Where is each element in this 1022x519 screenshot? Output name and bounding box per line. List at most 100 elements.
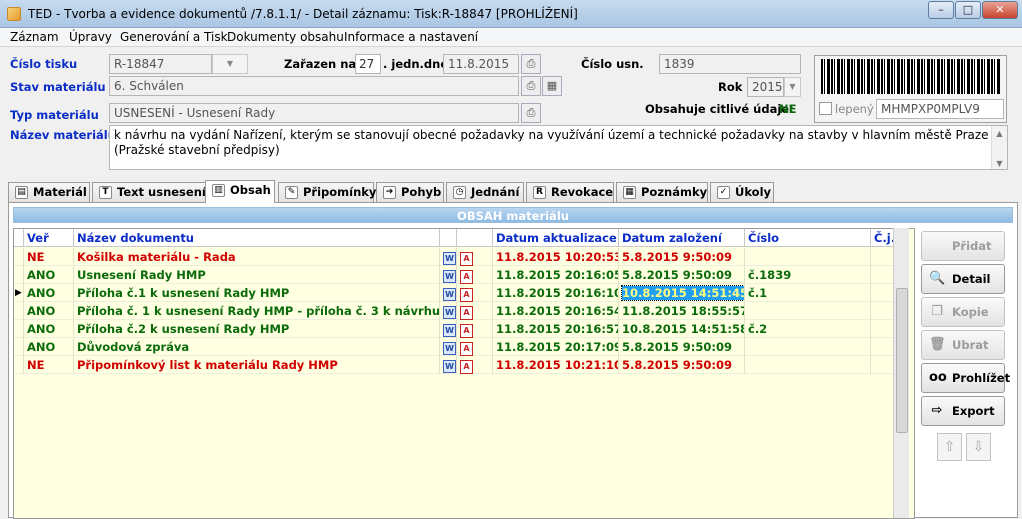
pdf-icon[interactable]: A: [460, 252, 473, 266]
printer-icon[interactable]: ⎙: [521, 54, 541, 74]
cell-nazev: Připomínkový list k materiálu Rady HMP: [74, 356, 440, 374]
row-indicator: [14, 248, 24, 266]
cell-pdf: A: [457, 284, 493, 302]
cell-pdf: A: [457, 302, 493, 320]
tab-jednani[interactable]: ◷ Jednání: [446, 182, 524, 202]
minimize-icon[interactable]: –: [928, 1, 954, 19]
cell-pdf: A: [457, 320, 493, 338]
tab-text-usneseni[interactable]: T Text usnesení: [92, 182, 207, 202]
printer-icon[interactable]: ⎙: [521, 103, 541, 123]
chevron-down-icon[interactable]: ▼: [212, 54, 248, 74]
cell-zalozeni: 10.8.2015 14:51:58: [619, 320, 745, 338]
nazev-label: Název materiálu: [10, 128, 116, 142]
tab-ukoly[interactable]: ✓ Úkoly: [710, 182, 774, 202]
move-up-icon[interactable]: ⇧: [937, 433, 962, 461]
pdf-icon[interactable]: A: [460, 360, 473, 374]
cell-ver: ANO: [24, 284, 74, 302]
clock-icon: ◷: [453, 186, 466, 199]
close-icon[interactable]: ✕: [982, 1, 1018, 19]
remove-button[interactable]: 🗑 Ubrat: [921, 330, 1005, 360]
word-icon[interactable]: W: [443, 306, 456, 319]
tab-material[interactable]: ▤ Materiál: [8, 182, 90, 202]
rok-field[interactable]: 2015: [747, 77, 784, 97]
menu-generovani[interactable]: Generování a Tisk: [120, 30, 228, 44]
lepeny-checkbox[interactable]: [819, 102, 832, 115]
cell-nazev: Důvodová zpráva: [74, 338, 440, 356]
chevron-down-icon[interactable]: ▼: [784, 77, 801, 97]
tab-pripominky[interactable]: ✎ Připomínky: [278, 182, 376, 202]
cislo-tisku-label: Číslo tisku: [10, 57, 78, 71]
detail-icon: 🔍: [929, 271, 946, 286]
view-button[interactable]: oo Prohlížet: [921, 363, 1010, 393]
pdf-icon[interactable]: A: [460, 306, 473, 320]
typ-field[interactable]: USNESENÍ - Usnesení Rady: [109, 103, 519, 123]
jedn-date-field[interactable]: 11.8.2015: [443, 54, 519, 74]
barcode-field[interactable]: MHMPXP0MPLV9: [876, 99, 1004, 119]
table-row[interactable]: ANO Příloha č. 1 k usnesení Rady HMP - př…: [14, 302, 904, 320]
menu-informace[interactable]: Informace a nastavení: [344, 30, 478, 44]
cell-word: W: [440, 356, 457, 374]
word-icon[interactable]: W: [443, 270, 456, 283]
table-row[interactable]: ANO Usnesení Rady HMP W A 11.8.2015 20:16:05…: [14, 266, 904, 284]
pdf-icon[interactable]: A: [460, 288, 473, 302]
word-icon[interactable]: W: [443, 288, 456, 301]
col-ver[interactable]: Veř: [24, 229, 74, 247]
revocation-icon: R: [533, 186, 546, 199]
textarea-scrollbar[interactable]: ▲ ▼: [991, 126, 1007, 169]
cell-ver: NE: [24, 248, 74, 266]
detail-button[interactable]: 🔍 Detail: [921, 264, 1005, 294]
row-indicator: [14, 302, 24, 320]
calendar-icon[interactable]: ▦: [542, 76, 562, 96]
scrollbar-thumb[interactable]: [896, 288, 908, 433]
pdf-icon[interactable]: A: [460, 270, 473, 284]
lepeny-label: lepený: [835, 102, 874, 116]
stav-field[interactable]: 6. Schválen: [109, 76, 519, 96]
menu-zaznam[interactable]: Záznam: [10, 30, 59, 44]
row-indicator: ▶: [14, 284, 24, 302]
copy-button[interactable]: ❐ Kopie: [921, 297, 1005, 327]
tab-poznamky[interactable]: ▦ Poznámky: [616, 182, 708, 202]
table-row[interactable]: ANO Příloha č.2 k usnesení Rady HMP W A 11.8…: [14, 320, 904, 338]
cell-aktualizace: 11.8.2015 20:17:09: [493, 338, 619, 356]
table-row[interactable]: NE Košilka materiálu - Rada W A 11.8.2015 10…: [14, 248, 904, 266]
cell-aktualizace: 11.8.2015 20:16:10: [493, 284, 619, 302]
selected-cell[interactable]: 10.8.2015 14:51:45: [621, 285, 744, 301]
maximize-icon[interactable]: □: [955, 1, 981, 19]
tab-pohyb[interactable]: ➔ Pohyb: [376, 182, 444, 202]
word-icon[interactable]: W: [443, 324, 456, 337]
menu-upravy[interactable]: Úpravy: [69, 30, 112, 44]
menu-dokumenty[interactable]: Dokumenty obsahu: [227, 30, 344, 44]
cislo-usn-field[interactable]: 1839: [659, 54, 801, 74]
row-indicator: [14, 338, 24, 356]
cell-cislo: č.1839: [745, 266, 871, 284]
col-aktualizace[interactable]: Datum aktualizace: [493, 229, 619, 247]
zarazen-field[interactable]: 27: [355, 54, 381, 74]
col-nazev[interactable]: Název dokumentu: [74, 229, 440, 247]
export-icon: ⇨: [931, 403, 943, 418]
printer-icon[interactable]: ⎙: [521, 76, 541, 96]
tab-revokace[interactable]: R Revokace: [526, 182, 614, 202]
table-row[interactable]: NE Připomínkový list k materiálu Rady HMP…: [14, 356, 904, 374]
cell-pdf: A: [457, 338, 493, 356]
pdf-icon[interactable]: A: [460, 342, 473, 356]
row-indicator: [14, 320, 24, 338]
col-zalozeni[interactable]: Datum založení: [619, 229, 745, 247]
col-cislo[interactable]: Číslo: [745, 229, 871, 247]
app-icon: [7, 7, 21, 21]
trash-icon: 🗑: [929, 337, 946, 352]
cell-aktualizace: 11.8.2015 10:21:10: [493, 356, 619, 374]
add-button[interactable]: Přidat: [921, 231, 1005, 261]
word-icon[interactable]: W: [443, 342, 456, 355]
rok-label: Rok: [718, 80, 743, 94]
word-icon[interactable]: W: [443, 252, 456, 265]
nazev-textarea[interactable]: k návrhu na vydání Nařízení, kterým se s…: [109, 125, 1008, 170]
table-row[interactable]: ANO Důvodová zpráva W A 11.8.2015 20:17:09 5.…: [14, 338, 904, 356]
pdf-icon[interactable]: A: [460, 324, 473, 338]
move-down-icon[interactable]: ⇩: [966, 433, 991, 461]
cislo-tisku-field[interactable]: R-18847: [109, 54, 212, 74]
tab-obsah[interactable]: ▥ Obsah: [205, 180, 275, 203]
word-icon[interactable]: W: [443, 360, 456, 373]
export-button[interactable]: ⇨ Export: [921, 396, 1005, 426]
grid-scrollbar[interactable]: [893, 228, 909, 518]
table-row[interactable]: ▶ ANO Příloha č.1 k usnesení Rady HMP W A 11.…: [14, 284, 904, 302]
